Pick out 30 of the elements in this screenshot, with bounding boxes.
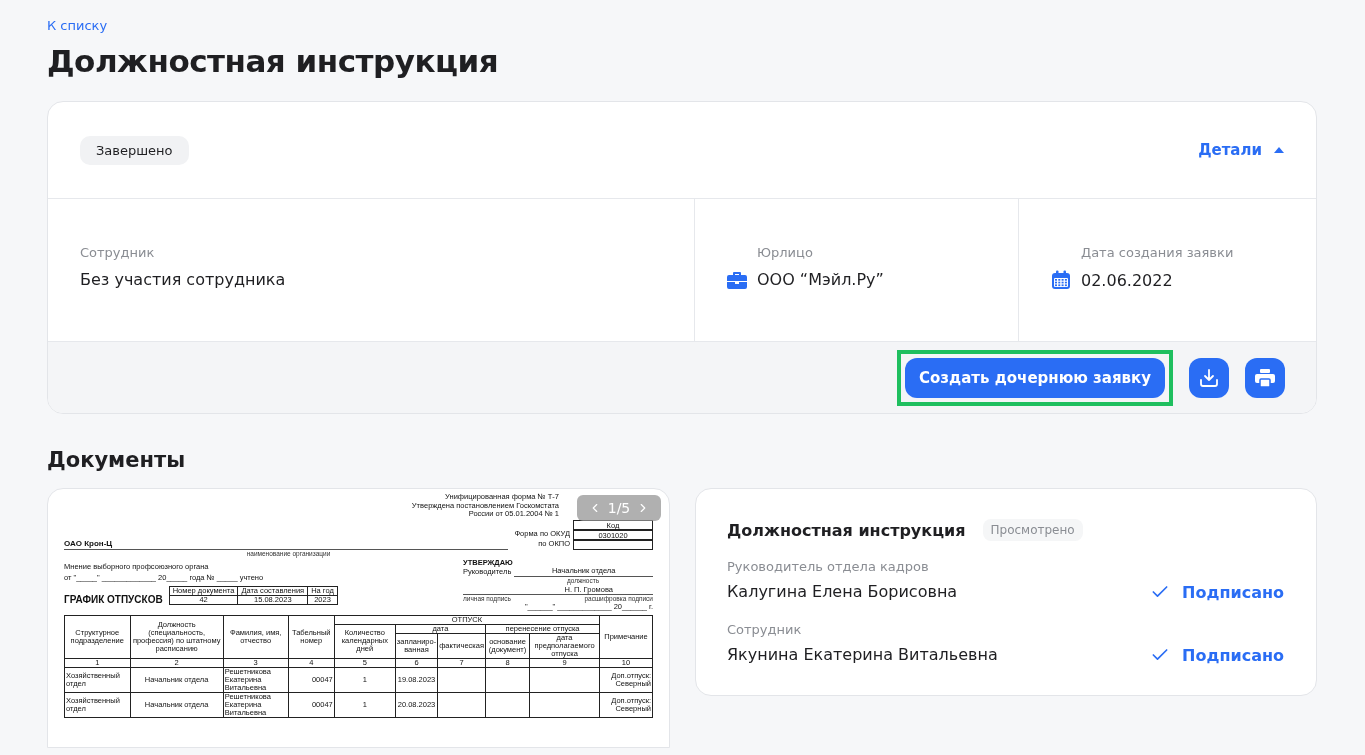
page-title: Должностная инструкция bbox=[47, 43, 500, 79]
download-button[interactable] bbox=[1189, 357, 1229, 398]
download-icon bbox=[1199, 367, 1219, 388]
section-title: Документы bbox=[47, 448, 187, 472]
signer-role: Сотрудник bbox=[727, 622, 803, 637]
signature-status: Подписано bbox=[1150, 645, 1284, 665]
page-counter: 1/5 bbox=[607, 500, 631, 516]
signer-name: Калугина Елена Борисовна bbox=[727, 582, 959, 602]
field-label: Дата создания заявки bbox=[1080, 245, 1235, 260]
field-label: Сотрудник bbox=[80, 245, 156, 260]
caret-icon bbox=[1274, 147, 1284, 153]
back-link[interactable]: К списку bbox=[47, 18, 108, 33]
signer-name: Якунина Екатерина Витальевна bbox=[727, 645, 999, 665]
signer-role: Руководитель отдела кадров bbox=[727, 559, 930, 574]
field-value: ООО “Мэйл.Ру” bbox=[757, 270, 884, 289]
status-badge: Завершено bbox=[80, 135, 189, 165]
briefcase-icon bbox=[727, 270, 747, 289]
print-button[interactable] bbox=[1245, 357, 1285, 398]
field-value: Без участия сотрудника bbox=[80, 270, 286, 289]
document-title: ГРАФИК ОТПУСКОВ bbox=[64, 596, 163, 605]
details-toggle[interactable]: Детали bbox=[1198, 141, 1284, 159]
organization-name: ОАО Крон-Ц bbox=[64, 540, 114, 549]
signature-status: Подписано bbox=[1150, 582, 1284, 602]
printer-icon bbox=[1255, 368, 1275, 387]
calendar-icon bbox=[1051, 270, 1071, 290]
field-label: Юрлицо bbox=[756, 245, 814, 260]
create-child-request-button[interactable]: Создать дочернюю заявку bbox=[905, 357, 1165, 398]
field-value: 02.06.2022 bbox=[1081, 270, 1173, 290]
document-title: Должностная инструкция bbox=[727, 520, 966, 540]
status-badge: Просмотрено bbox=[982, 519, 1083, 541]
